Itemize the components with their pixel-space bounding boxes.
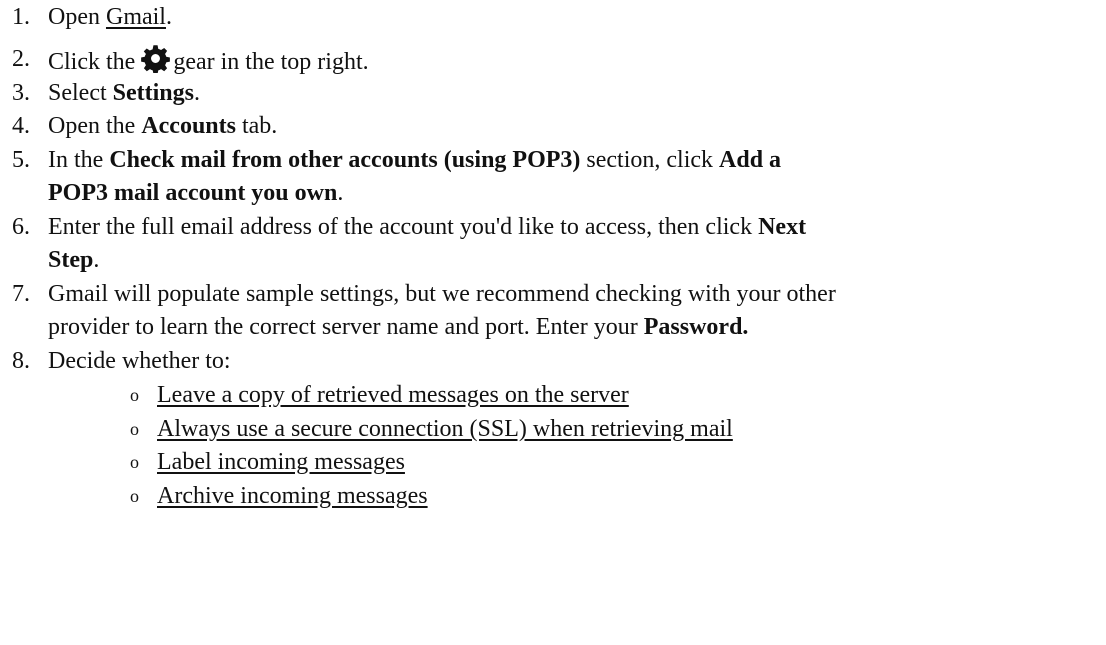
- instructions-document: 1. Open Gmail. 2. Click the gear in the t…: [0, 0, 1106, 645]
- option-link[interactable]: Leave a copy of retrieved messages on th…: [157, 380, 629, 410]
- step-number: 4.: [12, 113, 30, 139]
- option-link[interactable]: Always use a secure connection (SSL) whe…: [157, 414, 733, 444]
- option-link[interactable]: Archive incoming messages: [157, 481, 428, 511]
- bullet-icon: o: [130, 486, 139, 506]
- step-number: 2.: [12, 46, 30, 72]
- bullet-icon: o: [130, 419, 139, 439]
- step-text: Decide whether to:: [48, 348, 231, 374]
- step-text: Gmail will populate sample settings, but…: [48, 281, 836, 307]
- step-number: 1.: [12, 4, 30, 30]
- step-text: Select Settings.: [48, 80, 200, 106]
- step-number: 5.: [12, 147, 30, 173]
- step-text-line2: provider to learn the correct server nam…: [48, 314, 749, 340]
- step-text: In the Check mail from other accounts (u…: [48, 147, 782, 173]
- step-text: Enter the full email address of the acco…: [48, 214, 807, 240]
- option-link[interactable]: Label incoming messages: [157, 447, 405, 477]
- step-text-line2: POP3 mail account you own.: [48, 180, 344, 206]
- step-text-line2: Step.: [48, 247, 100, 273]
- step-number: 3.: [12, 80, 30, 106]
- step-number: 8.: [12, 348, 30, 374]
- gear-icon: [141, 45, 171, 73]
- step-number: 7.: [12, 281, 30, 307]
- step-text: Open Gmail.: [48, 4, 172, 30]
- step-number: 6.: [12, 214, 30, 240]
- step-text: Open the Accounts tab.: [48, 113, 278, 139]
- gmail-link[interactable]: Gmail: [106, 4, 166, 30]
- step-text: Click the gear in the top right.: [48, 44, 369, 77]
- bullet-icon: o: [130, 452, 139, 472]
- bullet-icon: o: [130, 385, 139, 405]
